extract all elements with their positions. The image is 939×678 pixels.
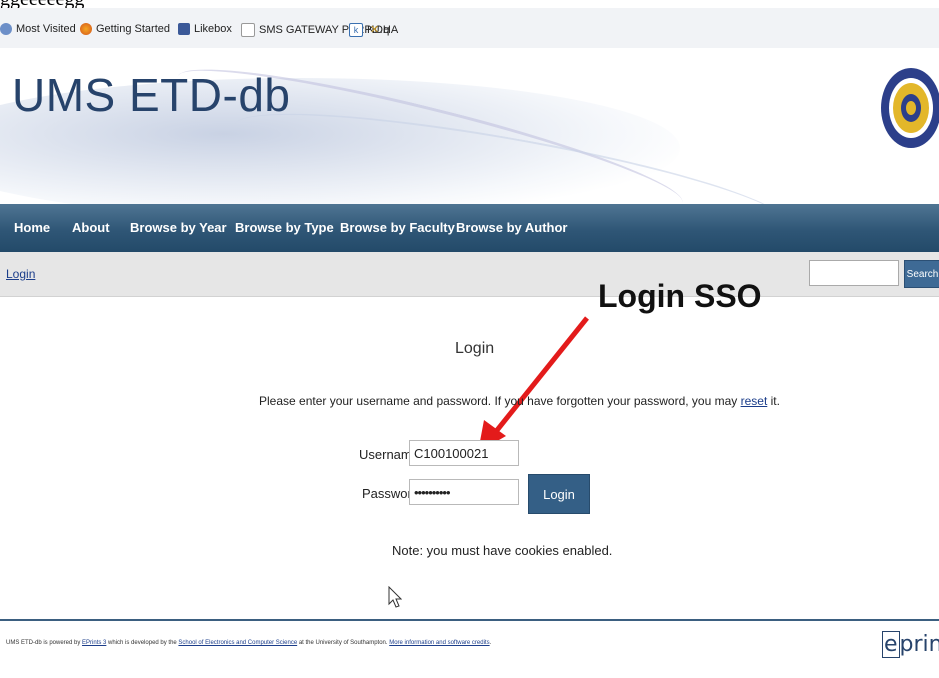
bookmark-label: Most Visited <box>16 23 76 35</box>
login-link[interactable]: Login <box>6 267 35 281</box>
mouse-cursor-icon <box>388 586 402 608</box>
nav-browse-by-type[interactable]: Browse by Type <box>235 220 334 235</box>
password-field[interactable]: •••••••••• <box>409 479 519 505</box>
reset-password-link[interactable]: reset <box>741 394 768 408</box>
site-title: UMS ETD-db <box>12 69 291 121</box>
bookmark-q[interactable]: ✕ q <box>370 23 390 37</box>
main-nav: Home About Browse by Year Browse by Type… <box>0 204 939 252</box>
eprints-link[interactable]: EPrints 3 <box>82 640 106 646</box>
top-caption: ggeeeeegg <box>0 0 939 8</box>
bookmark-getting-started[interactable]: Getting Started <box>80 23 170 35</box>
annotation-label: Login SSO <box>598 278 762 314</box>
nav-browse-by-year[interactable]: Browse by Year <box>130 220 227 235</box>
page-title: Login <box>455 340 495 357</box>
nav-about[interactable]: About <box>72 220 110 235</box>
bookmark-most-visited[interactable]: Most Visited <box>0 23 76 35</box>
eprints-logo-e: e <box>882 631 900 658</box>
footer-text-mid: which is developed by the <box>106 640 179 646</box>
cookies-note: Note: you must have cookies enabled. <box>392 543 613 558</box>
footer-text-suffix: . <box>489 640 492 646</box>
footer-divider <box>0 619 939 621</box>
footer-text-mid: at the University of Southampton. <box>297 640 390 646</box>
footer-text-prefix: UMS ETD-db is powered by <box>6 640 83 646</box>
koha-icon: k <box>349 23 363 37</box>
login-button[interactable]: Login <box>528 474 590 514</box>
instructions-text: Please enter your username and password.… <box>259 394 741 408</box>
page-icon <box>241 23 255 37</box>
tools-icon: ✕ <box>370 24 380 36</box>
search-input[interactable] <box>809 260 899 286</box>
top-caption-text: ggeeeeegg <box>0 0 84 8</box>
nav-home[interactable]: Home <box>14 220 50 235</box>
bookmark-label: q <box>383 23 390 36</box>
school-link[interactable]: School of Electronics and Computer Scien… <box>178 640 297 646</box>
university-seal-logo <box>881 68 939 148</box>
site-banner: UMS ETD-db <box>0 48 939 204</box>
eprints-logo-text: prints <box>899 632 939 657</box>
bookmark-label: Likebox <box>194 23 232 35</box>
instructions-text-end: it. <box>767 394 780 408</box>
login-instructions: Please enter your username and password.… <box>259 394 780 408</box>
eprints-logo[interactable]: eprints <box>882 631 939 658</box>
facebook-icon <box>178 23 190 35</box>
login-bar: Login Search <box>0 252 939 297</box>
more-info-link[interactable]: More information and software credits <box>389 640 489 646</box>
footer-credits: UMS ETD-db is powered by EPrints 3 which… <box>6 640 491 646</box>
nav-browse-by-faculty[interactable]: Browse by Faculty <box>340 220 455 235</box>
bookmark-star-icon <box>0 23 12 35</box>
search-button[interactable]: Search <box>904 260 939 288</box>
firefox-icon <box>80 23 92 35</box>
bookmark-likebox[interactable]: Likebox <box>178 23 232 35</box>
bookmark-label: Getting Started <box>96 23 170 35</box>
nav-browse-by-author[interactable]: Browse by Author <box>456 220 567 235</box>
username-field[interactable]: C100100021 <box>409 440 519 466</box>
bookmarks-toolbar: Most Visited Getting Started Likebox SMS… <box>0 8 939 49</box>
